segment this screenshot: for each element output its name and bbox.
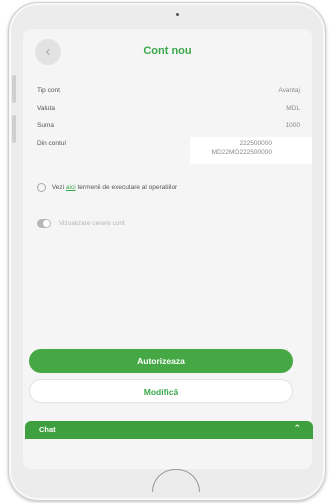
modify-button[interactable]: Modifică xyxy=(29,379,293,403)
account-number: 222500000 xyxy=(239,140,272,147)
detail-value: MDL xyxy=(286,105,300,112)
info-icon xyxy=(37,183,46,192)
detail-value: 1000 xyxy=(285,122,300,129)
detail-label: Suma xyxy=(37,122,54,129)
terms-suffix: termenii de executare al operatiilor xyxy=(77,184,178,192)
phone-frame: ‹ Cont nou Tip cont Avantaj Valuta MDL S… xyxy=(8,2,326,501)
volume-down-button xyxy=(12,115,16,143)
page-title: Cont nou xyxy=(143,45,192,57)
volume-up-button xyxy=(12,75,16,103)
terms-link[interactable]: aici xyxy=(66,184,76,191)
detail-label: Tip cont xyxy=(37,87,60,94)
toggle-switch[interactable] xyxy=(37,219,51,228)
preview-toggle-label: Vizualizare cerere cont xyxy=(58,220,125,228)
preview-toggle-row[interactable]: Vizualizare cerere cont xyxy=(37,219,125,228)
camera-dot xyxy=(176,13,179,16)
detail-label: Din contul xyxy=(37,140,66,147)
source-account-box[interactable]: 222500000 MD22MO222500000 xyxy=(190,137,312,164)
chat-label: Chat xyxy=(39,425,56,434)
detail-row-source-account: Din contul 222500000 MD22MO222500000 xyxy=(37,137,312,168)
detail-value: Avantaj xyxy=(278,87,300,94)
home-button[interactable] xyxy=(152,469,200,492)
account-iban: MD22MO222500000 xyxy=(211,149,272,156)
detail-label: Valuta xyxy=(37,105,55,112)
chevron-up-icon: ⌃ xyxy=(293,423,301,433)
terms-notice: Vezi aici termenii de executare al opera… xyxy=(37,183,177,192)
terms-prefix: Vezi xyxy=(51,184,65,192)
chat-bar[interactable]: Chat ⌃ xyxy=(25,421,313,439)
authorize-button[interactable]: Autorizeaza xyxy=(29,349,293,373)
